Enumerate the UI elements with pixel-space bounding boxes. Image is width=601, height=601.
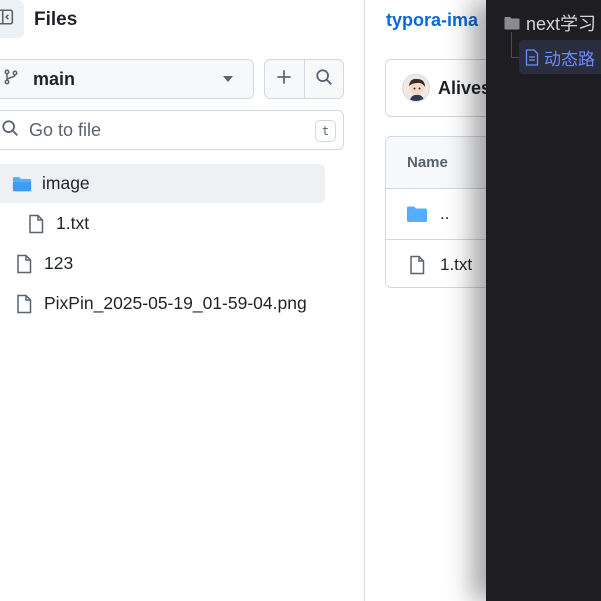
notes-tree-panel: next学习 动态路 <box>486 0 601 601</box>
go-to-file-input[interactable]: Go to file t <box>0 110 344 150</box>
file-icon <box>14 293 34 315</box>
avatar[interactable] <box>402 74 430 102</box>
tree-guide-line <box>511 32 512 58</box>
tree-item-label: 123 <box>44 253 74 273</box>
file-icon <box>406 255 428 275</box>
tree-item-pixpin-png[interactable]: PixPin_2025-05-19_01-59-04.png <box>14 284 354 323</box>
tree-item-123[interactable]: 123 <box>14 244 334 283</box>
file-tree-sidebar: Files main Go to file t image 1.txt 123 … <box>0 0 365 601</box>
file-icon <box>14 253 34 275</box>
search-icon <box>1 119 19 142</box>
repo-breadcrumb-link[interactable]: typora-ima <box>386 10 478 31</box>
search-icon <box>315 68 333 91</box>
keyboard-shortcut-hint: t <box>315 120 336 142</box>
branch-selector-button[interactable]: main <box>0 59 254 99</box>
tree-item-label: 1.txt <box>56 213 90 233</box>
tree-guide-line <box>511 57 519 58</box>
file-actions-group <box>264 59 344 99</box>
file-icon <box>26 213 46 235</box>
tree-folder-label: next学习 <box>526 14 597 34</box>
search-button[interactable] <box>303 60 344 98</box>
tree-item-label: image <box>42 173 90 193</box>
branch-name: main <box>33 68 76 89</box>
collapse-sidebar-button[interactable] <box>0 0 24 38</box>
tree-file-label: 动态路 <box>544 49 595 69</box>
document-icon <box>525 48 539 66</box>
tree-file-active[interactable]: 动态路 <box>519 40 601 74</box>
tree-item-label: PixPin_2025-05-19_01-59-04.png <box>44 293 307 313</box>
tree-item-image[interactable]: image <box>0 164 325 203</box>
tree-folder-next[interactable]: next学习 <box>504 10 596 36</box>
tree-item-1-txt[interactable]: 1.txt <box>26 204 326 243</box>
go-to-file-placeholder: Go to file <box>29 119 102 140</box>
folder-open-icon <box>12 173 32 195</box>
folder-icon <box>406 205 428 223</box>
files-heading: Files <box>34 9 78 30</box>
sidebar-collapse-icon <box>0 8 14 31</box>
chevron-down-icon <box>223 76 233 82</box>
commit-author[interactable]: Alives <box>438 78 491 99</box>
folder-icon <box>504 16 520 30</box>
plus-icon <box>275 68 293 91</box>
table-cell-name: 1.txt <box>440 254 473 274</box>
table-cell-name: .. <box>440 204 450 223</box>
add-file-button[interactable] <box>265 60 304 98</box>
git-branch-icon <box>3 69 19 90</box>
